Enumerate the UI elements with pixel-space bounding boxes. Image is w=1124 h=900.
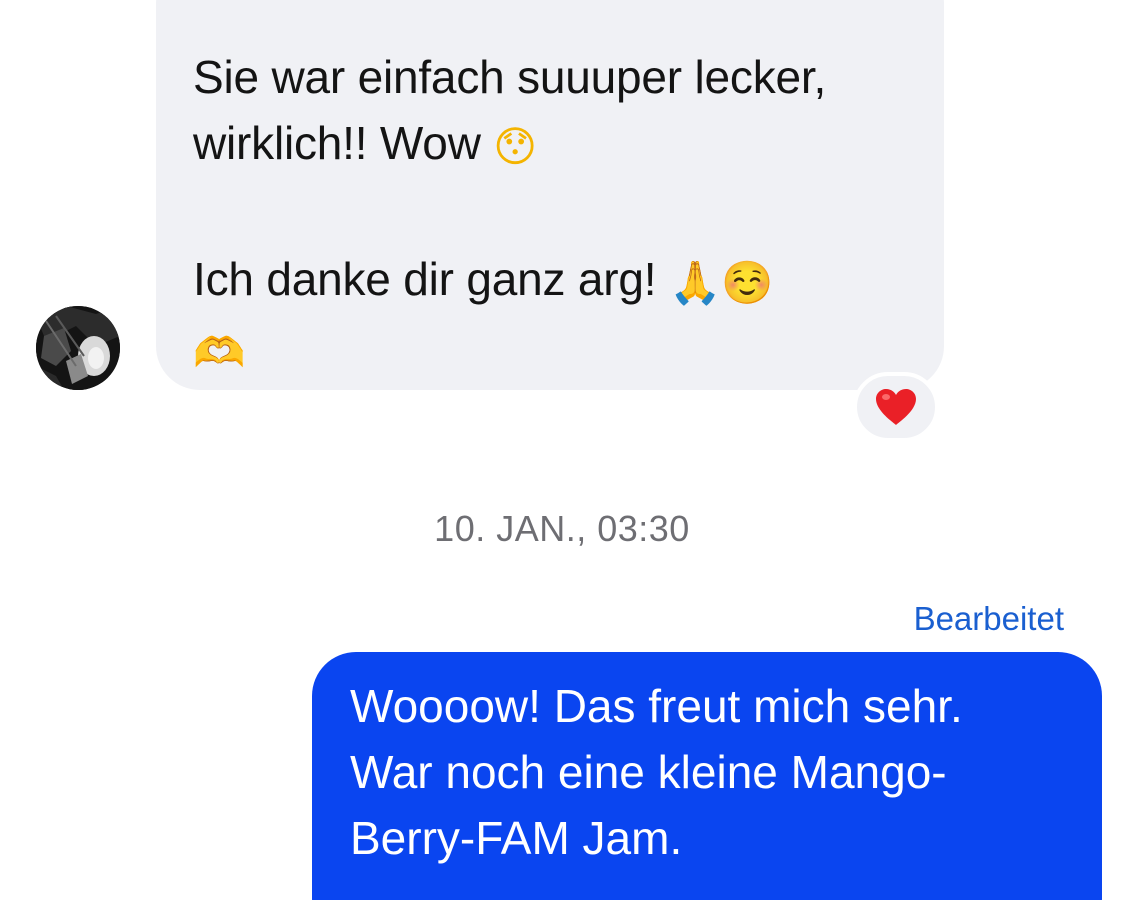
edited-label: Bearbeitet — [913, 600, 1064, 637]
incoming-line-3: Ich danke dir ganz arg! 🙏☺️ — [193, 246, 933, 316]
heart-icon — [876, 389, 916, 425]
incoming-line-2: wirklich!! Wow 😯 — [193, 110, 933, 180]
outgoing-line-3: Berry-FAM Jam. — [350, 812, 683, 864]
outgoing-message-text: Woooow! Das freut mich sehr. War noch ei… — [350, 673, 1070, 871]
incoming-line-1: Sie war einfach suuuper lecker, — [193, 51, 827, 103]
folded-hands-emoji: 🙏 — [668, 258, 722, 307]
outgoing-line-1: Woooow! Das freut mich sehr. — [350, 680, 963, 732]
message-timestamp: 10. JAN., 03:30 — [434, 508, 690, 549]
smiling-face-emoji: ☺️ — [721, 258, 774, 307]
reaction-badge[interactable] — [853, 372, 939, 442]
incoming-line-2-text: wirklich!! Wow — [193, 117, 494, 169]
avatar-image — [36, 306, 120, 390]
heart-hands-emoji: 🫶 — [193, 328, 246, 377]
outgoing-line-2: War noch eine kleine Mango- — [350, 746, 947, 798]
incoming-message-text: Sie war einfach suuuper lecker, wirklich… — [193, 44, 933, 386]
incoming-line-3-text: Ich danke dir ganz arg! — [193, 253, 669, 305]
chat-screen: Sie war einfach suuuper lecker, wirklich… — [0, 0, 1124, 900]
hushed-face-emoji: 😯 — [493, 122, 537, 171]
avatar[interactable] — [36, 306, 120, 390]
incoming-line-4: 🫶 — [193, 316, 933, 386]
